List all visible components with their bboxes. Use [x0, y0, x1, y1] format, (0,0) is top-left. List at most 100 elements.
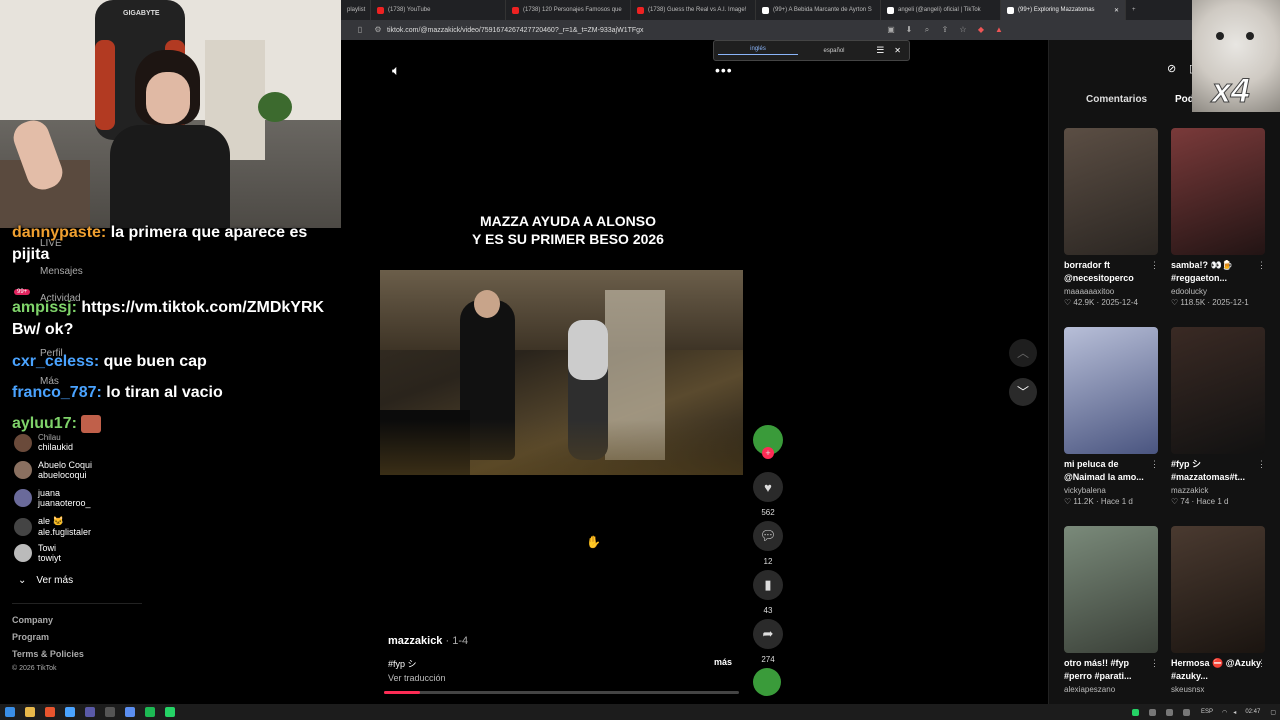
- app-icon[interactable]: [125, 707, 135, 717]
- tab[interactable]: angeli (@angeli) oficial | TikTok: [881, 0, 1001, 20]
- see-more-button[interactable]: ⌄ Ver más: [18, 575, 73, 586]
- video-thumbnail[interactable]: [1171, 128, 1265, 255]
- footer-terms[interactable]: Terms & Policies: [12, 649, 84, 659]
- tray-icon[interactable]: [1149, 708, 1157, 716]
- more-options-icon[interactable]: •••: [715, 62, 733, 78]
- video-date: · 1-4: [445, 635, 469, 647]
- music-disc-button[interactable]: [753, 668, 783, 702]
- notifications-icon[interactable]: ▢: [1270, 709, 1276, 716]
- tray-icon[interactable]: [1166, 708, 1174, 716]
- video-thumbnail[interactable]: [1064, 327, 1158, 454]
- video-thumbnail[interactable]: [1171, 327, 1265, 454]
- compass-icon[interactable]: ⊘: [1167, 62, 1176, 75]
- following-item[interactable]: ale 🐱 ale.fuglistaler: [14, 516, 91, 537]
- download-icon[interactable]: ⬇: [904, 25, 914, 35]
- close-icon[interactable]: ✕: [894, 46, 901, 55]
- video-author[interactable]: mazzakick: [388, 635, 442, 647]
- share-icon[interactable]: ⇪: [940, 25, 950, 35]
- save-button[interactable]: ▮ 43: [753, 570, 783, 615]
- chat-user: ampissj:: [12, 299, 77, 316]
- recommended-video-card[interactable]: samba!? 👀🍺 #reggaeton... ⋮ edoolucky ♡ 118.…: [1171, 128, 1266, 307]
- tab[interactable]: (1738) Guess the Real vs A.I. Image!: [631, 0, 756, 20]
- following-item[interactable]: Chilau chilaukid: [14, 433, 73, 452]
- card-author[interactable]: alexiapeszano: [1064, 685, 1158, 694]
- recommended-video-card[interactable]: mi peluca de @Naimad la amo... ⋮ vickybale…: [1064, 327, 1159, 506]
- whatsapp-icon[interactable]: [165, 707, 175, 717]
- like-button[interactable]: ♥ 562: [753, 472, 783, 517]
- footer-program[interactable]: Program: [12, 632, 49, 642]
- translate-source-tab[interactable]: inglés: [718, 46, 798, 55]
- cat-eye: [1216, 32, 1224, 40]
- next-video-button[interactable]: ﹀: [1009, 378, 1037, 406]
- video-player[interactable]: [380, 270, 743, 475]
- card-author[interactable]: maaaaaaxitoo: [1064, 287, 1158, 296]
- following-item[interactable]: Towi towiyt: [14, 543, 61, 563]
- video-thumbnail[interactable]: [1064, 526, 1158, 653]
- language-indicator[interactable]: ESP: [1201, 709, 1213, 715]
- tab[interactable]: (99+) A Bebida Marcante de Ayrton S: [756, 0, 881, 20]
- card-menu-icon[interactable]: ⋮: [1257, 658, 1266, 669]
- volume-tray-icon[interactable]: ◂: [1233, 709, 1236, 716]
- author-avatar-button[interactable]: +: [753, 425, 783, 461]
- tab[interactable]: (1738) 120 Personajes Famosos que: [506, 0, 631, 20]
- progress-bar[interactable]: [384, 691, 739, 694]
- tab-active[interactable]: (99+) Exploring Mazzatomas ✕: [1001, 0, 1126, 20]
- recommended-video-card[interactable]: borrador ft @necesitoperco ⋮ maaaaaaxitoo ♡…: [1064, 128, 1159, 307]
- brave-icon[interactable]: [45, 707, 55, 717]
- previous-video-button[interactable]: ︿: [1009, 339, 1037, 367]
- zoom-icon[interactable]: ⌕: [922, 25, 932, 35]
- video-thumbnail[interactable]: [1171, 526, 1265, 653]
- card-menu-icon[interactable]: ⋮: [1257, 459, 1266, 470]
- card-menu-icon[interactable]: ⋮: [1150, 260, 1159, 271]
- following-item[interactable]: juana juanaoteroo_: [14, 488, 91, 508]
- card-menu-icon[interactable]: ⋮: [1257, 260, 1266, 271]
- close-tab-icon[interactable]: ✕: [1114, 7, 1119, 14]
- volume-icon[interactable]: 🔈︎: [392, 62, 400, 79]
- extension-icon[interactable]: ▣: [886, 25, 896, 35]
- rewards-icon[interactable]: ▲: [994, 25, 1004, 35]
- tiktok-icon: [1007, 6, 1014, 14]
- avatar: [14, 433, 32, 452]
- spotify-icon[interactable]: [145, 707, 155, 717]
- windows-start-icon[interactable]: [5, 707, 15, 717]
- recommended-video-card[interactable]: #fyp シ #mazzatomas#t... ⋮ mazzakick ♡ 74 · …: [1171, 327, 1266, 506]
- tab-comments[interactable]: Comentarios: [1086, 94, 1147, 105]
- tray-whatsapp-icon[interactable]: [1132, 708, 1140, 716]
- follow-plus-icon[interactable]: +: [762, 447, 774, 459]
- card-author[interactable]: edoolucky: [1171, 287, 1265, 296]
- app-icon[interactable]: [85, 707, 95, 717]
- following-item[interactable]: Abuelo Coqui abuelocoqui: [14, 460, 92, 480]
- video-hashtag[interactable]: #fyp シ: [388, 657, 417, 670]
- card-menu-icon[interactable]: ⋮: [1150, 459, 1159, 470]
- tray-icon[interactable]: [1183, 708, 1191, 716]
- footer-company[interactable]: Company: [12, 615, 53, 625]
- new-tab-button[interactable]: +: [1126, 0, 1146, 20]
- file-explorer-icon[interactable]: [25, 707, 35, 717]
- translate-target-tab[interactable]: español: [798, 48, 870, 54]
- tab[interactable]: playlist: [341, 0, 371, 20]
- recommended-video-card[interactable]: Hermosa ⛔ @Azuky #azuky... ⋮ skeusnsx: [1171, 526, 1266, 694]
- site-info-icon[interactable]: ⚙: [373, 25, 383, 35]
- wifi-icon[interactable]: ◠: [1222, 709, 1227, 716]
- brave-shield-icon[interactable]: ◆: [976, 25, 986, 35]
- nav-messages[interactable]: Mensajes: [40, 266, 83, 277]
- url-field[interactable]: tiktok.com/@mazzakick/video/759167426742…: [387, 27, 882, 34]
- card-author[interactable]: skeusnsx: [1171, 685, 1265, 694]
- card-title: #fyp シ #mazzatomas#t...: [1171, 459, 1246, 482]
- video-thumbnail[interactable]: [1064, 128, 1158, 255]
- recommended-video-card[interactable]: otro más!! #fyp #perro #parati... ⋮ alexia…: [1064, 526, 1159, 694]
- more-button[interactable]: más: [714, 657, 732, 667]
- obs-icon[interactable]: [105, 707, 115, 717]
- share-button[interactable]: ➦ 274: [753, 619, 783, 664]
- star-icon[interactable]: ☆: [958, 25, 968, 35]
- card-menu-icon[interactable]: ⋮: [1150, 658, 1159, 669]
- translate-link[interactable]: Ver traducción: [388, 673, 446, 683]
- options-icon[interactable]: ☰: [876, 45, 884, 56]
- card-author[interactable]: vickybalena: [1064, 486, 1158, 495]
- app-icon[interactable]: [65, 707, 75, 717]
- comment-button[interactable]: 💬︎ 12: [753, 521, 783, 566]
- clock[interactable]: 02:47: [1245, 709, 1260, 715]
- bookmark-icon[interactable]: ▯: [355, 25, 365, 35]
- card-author[interactable]: mazzakick: [1171, 486, 1265, 495]
- tab[interactable]: (1738) YouTube: [371, 0, 506, 20]
